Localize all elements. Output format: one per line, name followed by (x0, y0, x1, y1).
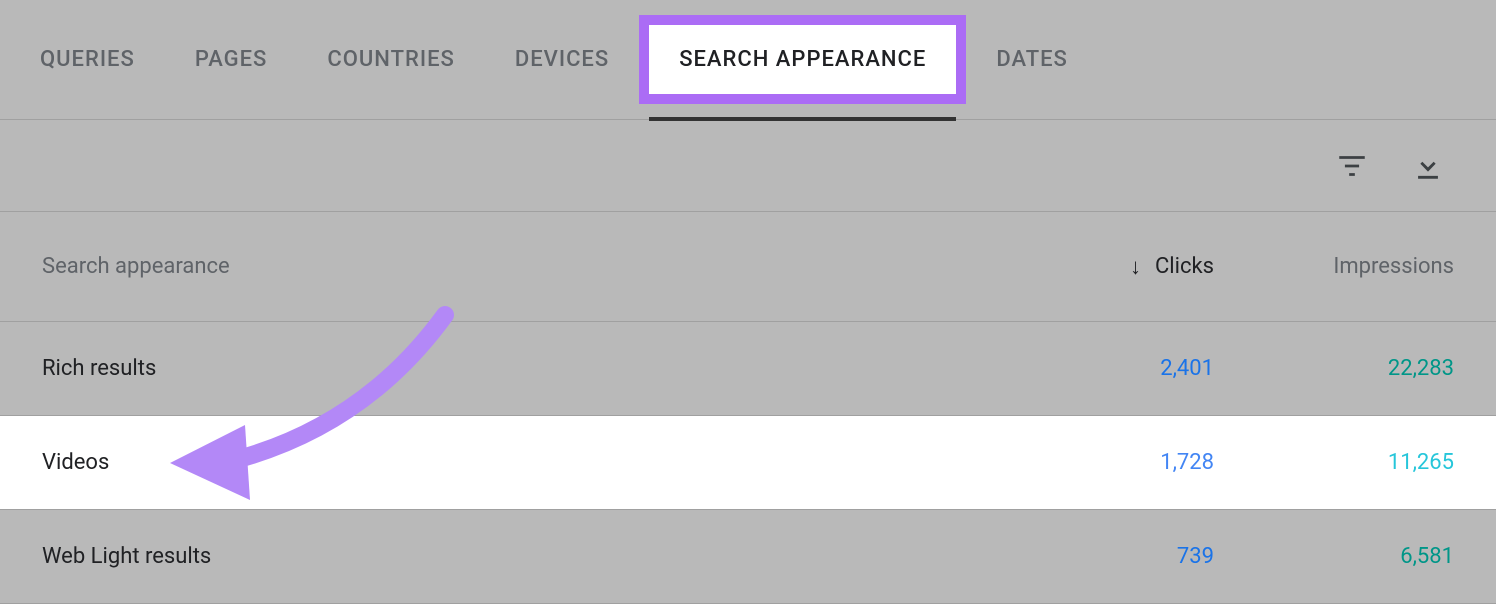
tab-active-indicator (649, 117, 956, 121)
table-row[interactable]: Videos 1,728 11,265 (0, 416, 1496, 510)
filter-icon[interactable] (1334, 148, 1370, 184)
tab-search-appearance-label: SEARCH APPEARANCE (639, 15, 966, 104)
row-impressions: 11,265 (1214, 450, 1454, 475)
row-impressions: 6,581 (1214, 544, 1454, 569)
row-clicks: 739 (1014, 544, 1214, 569)
table-row[interactable]: Web Light results 739 6,581 (0, 510, 1496, 604)
column-header-clicks-label: Clicks (1155, 254, 1214, 279)
row-clicks: 2,401 (1014, 356, 1214, 381)
tab-dates[interactable]: DATES (966, 0, 1098, 119)
row-name: Rich results (42, 356, 1014, 381)
table-row[interactable]: Rich results 2,401 22,283 (0, 322, 1496, 416)
tab-countries[interactable]: COUNTRIES (297, 0, 484, 119)
row-name: Videos (42, 450, 1014, 475)
row-impressions: 22,283 (1214, 356, 1454, 381)
toolbar (0, 120, 1496, 212)
row-clicks: 1,728 (1014, 450, 1214, 475)
sort-descending-icon: ↓ (1130, 254, 1141, 280)
tab-devices[interactable]: DEVICES (485, 0, 639, 119)
tab-pages[interactable]: PAGES (165, 0, 298, 119)
tab-search-appearance[interactable]: SEARCH APPEARANCE (639, 0, 966, 119)
download-icon[interactable] (1410, 148, 1446, 184)
column-header-clicks[interactable]: ↓ Clicks (1014, 254, 1214, 280)
column-header-impressions[interactable]: Impressions (1214, 254, 1454, 279)
row-name: Web Light results (42, 544, 1014, 569)
tabs-bar: QUERIES PAGES COUNTRIES DEVICES SEARCH A… (0, 0, 1496, 120)
tab-queries[interactable]: QUERIES (10, 0, 165, 119)
column-header-name[interactable]: Search appearance (42, 254, 1014, 279)
table-header-row: Search appearance ↓ Clicks Impressions (0, 212, 1496, 322)
